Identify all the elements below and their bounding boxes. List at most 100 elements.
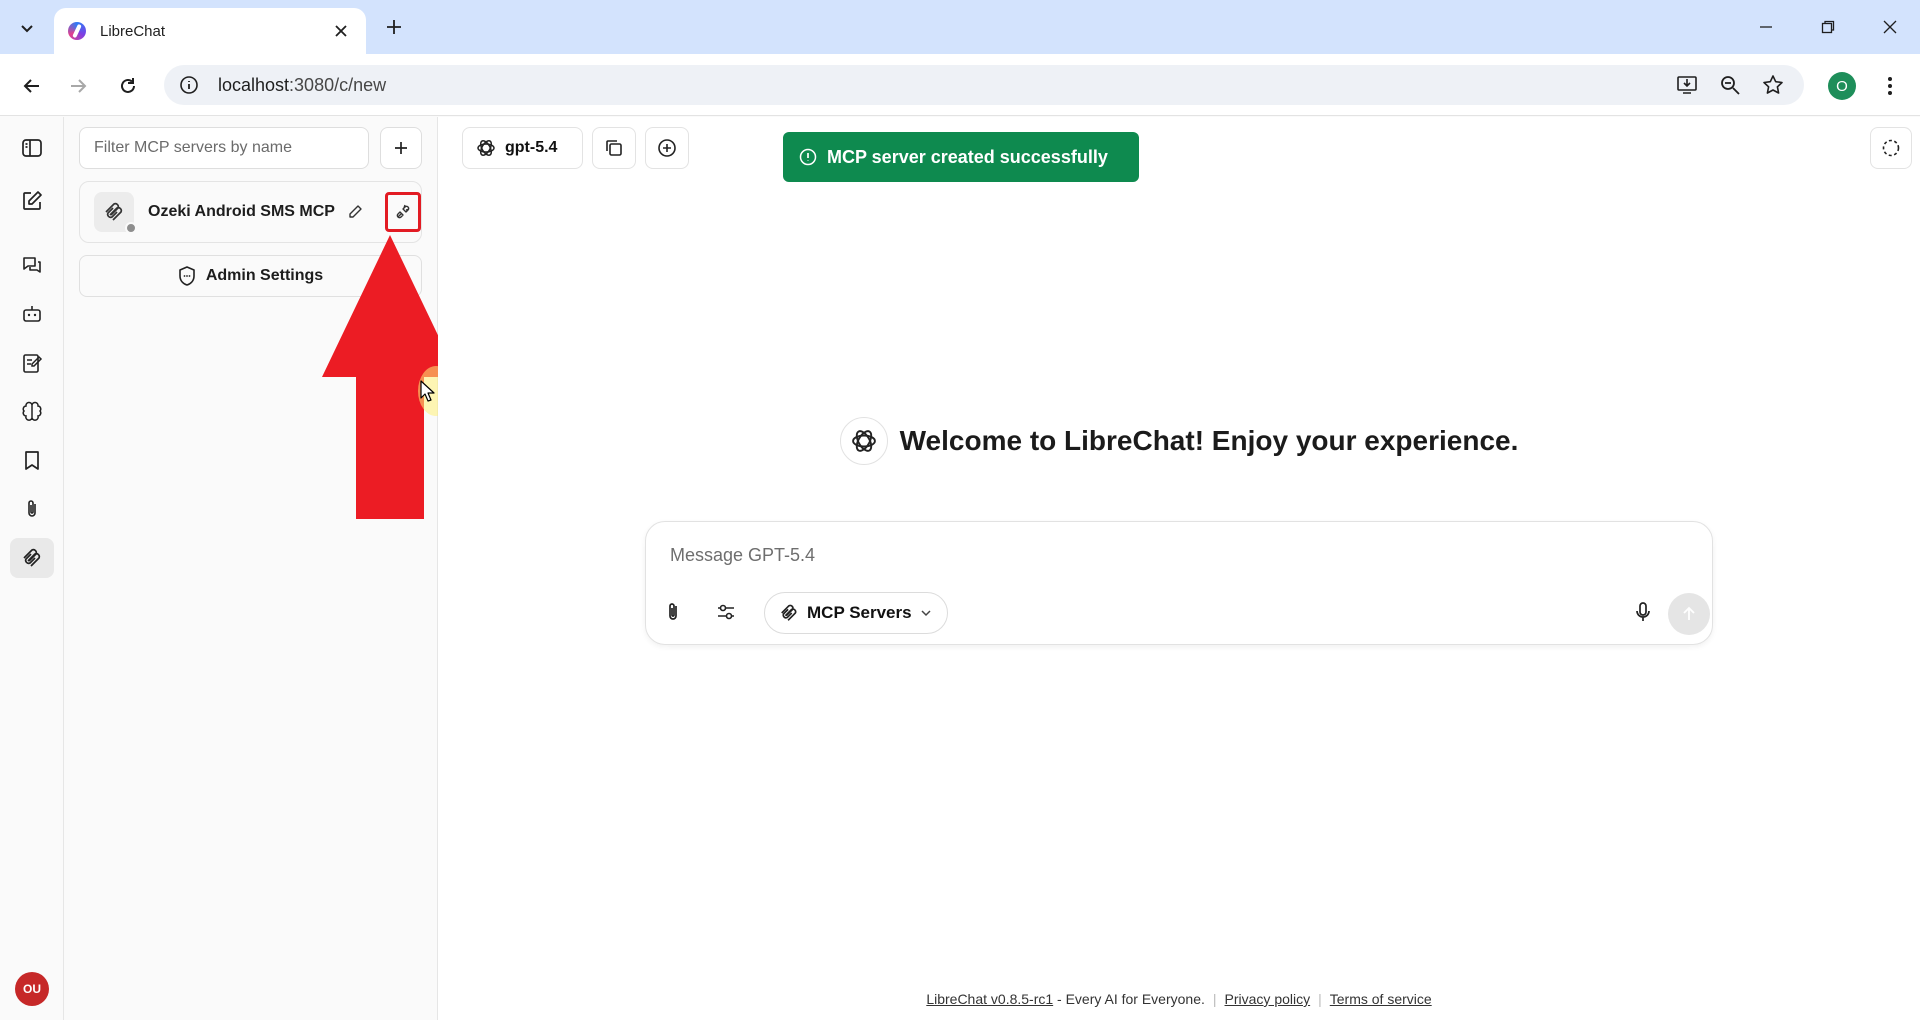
user-avatar[interactable]: OU xyxy=(15,972,49,1006)
sliders-icon xyxy=(718,604,734,620)
memories-button[interactable] xyxy=(10,392,54,432)
brain-icon xyxy=(22,401,42,421)
voice-input-button[interactable] xyxy=(1626,595,1660,629)
toast-message: MCP server created successfully xyxy=(827,146,1108,167)
copy-conversation-button[interactable] xyxy=(592,127,636,169)
arrow-right-icon xyxy=(71,79,87,93)
microphone-icon xyxy=(1636,602,1650,621)
zoom-out-icon xyxy=(1721,76,1740,95)
mcp-servers-dropdown[interactable]: MCP Servers xyxy=(764,592,948,634)
dashed-circle-icon xyxy=(1882,139,1900,157)
more-vertical-icon xyxy=(1888,77,1892,95)
mcp-servers-button[interactable] xyxy=(10,538,54,578)
close-window-button[interactable] xyxy=(1870,10,1910,44)
mouse-cursor-icon xyxy=(420,380,435,402)
reload-button[interactable] xyxy=(112,70,144,102)
send-message-button[interactable] xyxy=(1668,593,1710,635)
attach-file-button[interactable] xyxy=(656,595,690,629)
browser-profile-avatar[interactable]: O xyxy=(1828,72,1856,100)
close-icon xyxy=(1883,20,1897,34)
success-toast: MCP server created successfully xyxy=(783,132,1139,182)
tab-title: LibreChat xyxy=(100,22,166,40)
message-input[interactable] xyxy=(670,540,1570,570)
prompts-icon xyxy=(23,354,43,373)
connect-server-button[interactable] xyxy=(385,192,421,232)
forward-button[interactable] xyxy=(62,70,94,102)
privacy-policy-link[interactable]: Privacy policy xyxy=(1225,991,1311,1007)
prompts-button[interactable] xyxy=(10,343,54,383)
arrow-left-icon xyxy=(23,79,39,93)
bookmark-star-button[interactable] xyxy=(1758,70,1788,100)
footer: LibreChat v0.8.5-rc1 - Every AI for Ever… xyxy=(438,991,1920,1007)
restore-icon xyxy=(1821,20,1835,34)
attachments-button[interactable] xyxy=(10,489,54,529)
restore-window-button[interactable] xyxy=(1808,10,1848,44)
terms-of-service-link[interactable]: Terms of service xyxy=(1330,991,1432,1007)
admin-settings-label: Admin Settings xyxy=(205,267,324,284)
chevron-down-icon xyxy=(21,25,33,33)
url-text: localhost:3080/c/new xyxy=(218,74,387,95)
openai-logo-icon xyxy=(477,140,495,156)
tab-close-button[interactable] xyxy=(330,20,352,42)
new-chat-button[interactable] xyxy=(10,181,54,221)
conversations-icon xyxy=(23,257,41,273)
sidebar-icon xyxy=(22,139,42,157)
plus-icon xyxy=(395,142,407,154)
reload-icon xyxy=(121,78,135,93)
mcp-server-name: Ozeki Android SMS MCP xyxy=(148,203,335,220)
bot-icon xyxy=(23,306,41,322)
toggle-sidebar-button[interactable] xyxy=(10,128,54,168)
minimize-window-button[interactable] xyxy=(1746,10,1786,44)
add-model-button[interactable] xyxy=(645,127,689,169)
arrow-up-icon xyxy=(1683,606,1695,620)
mcp-filter-input[interactable] xyxy=(79,127,369,169)
new-chat-icon xyxy=(23,191,42,210)
temporary-chat-button[interactable] xyxy=(1870,127,1912,169)
footer-separator: | xyxy=(1318,991,1322,1007)
mcp-icon xyxy=(23,548,41,567)
address-bar[interactable]: localhost:3080/c/new xyxy=(164,65,1804,105)
footer-separator: | xyxy=(1212,991,1217,1007)
close-icon xyxy=(335,25,347,37)
edit-server-button[interactable] xyxy=(343,200,367,224)
install-app-button[interactable] xyxy=(1672,70,1702,100)
plug-icon xyxy=(396,204,410,219)
paperclip-icon xyxy=(669,603,677,620)
mcp-server-card[interactable]: Ozeki Android SMS MCP xyxy=(79,181,422,243)
pencil-icon xyxy=(349,205,362,218)
star-icon xyxy=(1763,75,1783,94)
nav-rail xyxy=(0,117,64,1020)
plus-circle-icon xyxy=(658,139,676,157)
mcp-icon xyxy=(781,604,797,621)
welcome-block: Welcome to LibreChat! Enjoy your experie… xyxy=(438,417,1920,465)
browser-toolbar: localhost:3080/c/new xyxy=(0,54,1920,116)
browser-menu-button[interactable] xyxy=(1878,70,1902,102)
message-composer: MCP Servers xyxy=(645,521,1713,645)
model-name: gpt-5.4 xyxy=(505,139,558,156)
plus-icon xyxy=(387,20,401,34)
info-circle-icon xyxy=(799,148,817,166)
openai-logo-icon xyxy=(839,417,888,465)
mcp-icon xyxy=(105,202,123,221)
bookmarks-button[interactable] xyxy=(10,440,54,480)
mcp-servers-label: MCP Servers xyxy=(807,603,912,622)
paperclip-icon xyxy=(28,500,36,517)
conversations-button[interactable] xyxy=(10,246,54,286)
shield-icon xyxy=(179,266,195,286)
minimize-icon xyxy=(1760,26,1772,28)
new-tab-button[interactable] xyxy=(380,13,408,41)
librechat-favicon-icon xyxy=(68,22,86,40)
welcome-message: Welcome to LibreChat! Enjoy your experie… xyxy=(899,425,1519,456)
browser-tab-active[interactable]: LibreChat xyxy=(54,8,366,54)
add-mcp-server-button[interactable] xyxy=(380,127,422,169)
connection-status-dot xyxy=(125,222,137,234)
bookmark-icon xyxy=(25,451,39,470)
version-link[interactable]: LibreChat v0.8.5-rc1 xyxy=(926,991,1053,1007)
agents-button[interactable] xyxy=(10,294,54,334)
tools-settings-button[interactable] xyxy=(709,595,743,629)
model-selector-button[interactable]: gpt-5.4 xyxy=(462,127,583,169)
back-button[interactable] xyxy=(16,70,48,102)
zoom-button[interactable] xyxy=(1715,70,1745,100)
tab-search-button[interactable] xyxy=(14,15,40,41)
site-info-icon[interactable] xyxy=(178,74,200,96)
